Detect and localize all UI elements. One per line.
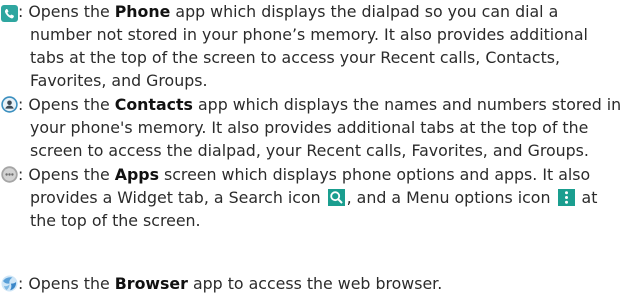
phone-line-2: number not stored in your phone’s memory…: [30, 25, 588, 44]
apps-screen-name: Apps: [114, 165, 159, 184]
text-segment: at: [576, 188, 598, 207]
browser-line-1: : Opens the Browser app to access the we…: [0, 272, 442, 295]
text-segment: app which displays the dialpad so you ca…: [170, 2, 559, 21]
apps-line-1: : Opens the Apps screen which displays p…: [0, 163, 590, 186]
browser-app-name: Browser: [114, 274, 188, 293]
text-segment: : Opens the: [18, 274, 115, 293]
phone-line-1: : Opens the Phone app which displays the…: [0, 0, 558, 23]
phone-line-4: Favorites, and Groups.: [30, 71, 208, 90]
text-segment: : Opens the: [18, 2, 115, 21]
phone-app-name: Phone: [114, 2, 171, 21]
text-segment: screen which displays phone options and …: [158, 165, 591, 184]
apps-line-2: provides a Widget tab, a Search icon , a…: [30, 186, 597, 209]
text-segment: : Opens the: [18, 165, 115, 184]
phone-line-3: tabs at the top of the screen to access …: [30, 48, 561, 67]
text-segment: , and a Menu options icon: [346, 188, 556, 207]
document-page: : Opens the Phone app which displays the…: [0, 0, 633, 297]
menu-options-icon: [557, 189, 575, 206]
text-segment: app which displays the names and numbers…: [192, 95, 622, 114]
search-icon: [327, 189, 345, 206]
text-segment: provides a Widget tab, a Search icon: [30, 188, 326, 207]
apps-line-3: the top of the screen.: [30, 211, 201, 230]
contacts-line-3: screen to access the dialpad, your Recen…: [30, 141, 589, 160]
text-segment: app to access the web browser.: [187, 274, 443, 293]
contacts-line-2: your phone's memory. It also provides ad…: [30, 118, 589, 137]
contacts-app-name: Contacts: [114, 95, 193, 114]
contacts-line-1: : Opens the Contacts app which displays …: [0, 93, 621, 116]
text-segment: : Opens the: [18, 95, 115, 114]
